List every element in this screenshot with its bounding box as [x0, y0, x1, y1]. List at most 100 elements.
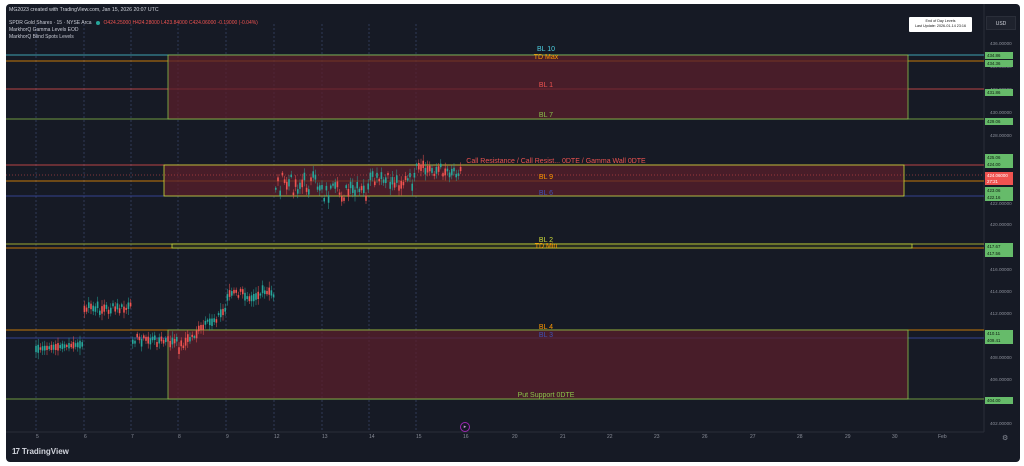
- candle-body: [314, 174, 317, 180]
- label-call-resistance: Call Resistance / Call Resist... 0DTE / …: [466, 158, 646, 165]
- candle-body: [327, 195, 330, 203]
- candle-body: [270, 290, 273, 296]
- label-bl7: BL 7: [538, 112, 554, 119]
- indicator-blind-spots[interactable]: MarkhorQ Blind Spots Levels: [9, 34, 74, 40]
- candle-body: [250, 295, 253, 302]
- price-badge: 424.00: [985, 161, 1013, 168]
- price-badge: 434.36: [985, 60, 1013, 67]
- candle-body: [154, 335, 156, 341]
- zone-put-support: [167, 329, 909, 400]
- candle-body: [264, 290, 266, 295]
- indicator-gamma-levels[interactable]: MarkhorQ Gamma Levels EOD: [9, 27, 78, 33]
- label-td-min: TD Min: [534, 243, 558, 250]
- time-axis-label: 29: [845, 434, 851, 440]
- time-axis-label: 9: [226, 434, 229, 440]
- time-axis-label: 20: [512, 434, 518, 440]
- candle-body: [81, 342, 83, 347]
- candle-body: [380, 172, 383, 180]
- currency-button[interactable]: USD: [986, 16, 1016, 30]
- label-put-support: Put Support 0DTE: [517, 392, 575, 399]
- candle-body: [277, 177, 279, 182]
- candle-body: [288, 179, 290, 187]
- candle-body: [360, 186, 363, 191]
- candle-body: [308, 189, 310, 195]
- candle-body: [136, 333, 138, 338]
- candle-body: [321, 184, 323, 190]
- candle-body: [343, 197, 345, 201]
- candle-body: [92, 305, 94, 312]
- zone-call-resistance: [163, 164, 905, 197]
- candle-body: [237, 295, 240, 298]
- candle-body: [424, 167, 427, 175]
- candle-body: [176, 336, 178, 342]
- candle-body: [301, 179, 303, 188]
- candle-body: [88, 302, 90, 309]
- candle-body: [105, 304, 108, 309]
- symbol-title[interactable]: SPDR Gold Shares · 15 · NYSE Arca: [9, 20, 92, 26]
- candle-body: [352, 185, 354, 193]
- candle-body: [341, 196, 343, 202]
- candle-body: [374, 181, 376, 186]
- candle-body: [162, 339, 165, 344]
- candle-body: [147, 336, 149, 344]
- candle-body: [453, 167, 455, 172]
- candle-body: [85, 307, 88, 312]
- time-axis-label: 6: [84, 434, 87, 440]
- chart-canvas[interactable]: [6, 4, 1020, 462]
- candle-body: [312, 171, 314, 178]
- time-axis-label: 8: [178, 434, 181, 440]
- gear-icon[interactable]: ⚙: [1002, 434, 1008, 442]
- candle-body: [112, 303, 114, 307]
- label-bl4: BL 4: [538, 324, 554, 331]
- candle-body: [200, 324, 202, 330]
- candle-body: [189, 337, 191, 342]
- candle-body: [391, 177, 394, 185]
- candle-body: [290, 174, 292, 178]
- price-badge: 417.67: [985, 243, 1013, 250]
- candle-body: [330, 185, 332, 189]
- candle-body: [149, 338, 152, 345]
- time-axis-label: 16: [463, 434, 469, 440]
- candle-body: [39, 347, 42, 350]
- time-axis-label: 30: [892, 434, 898, 440]
- candle-body: [268, 287, 270, 295]
- candle-body: [303, 172, 306, 181]
- candle-body: [385, 177, 387, 184]
- candle-body: [283, 179, 286, 184]
- price-badge: 422.16: [985, 194, 1013, 201]
- label-bl1: BL 1: [538, 82, 554, 89]
- price-badge: 434.86: [985, 52, 1013, 59]
- tradingview-logo[interactable]: 17 TradingView: [12, 447, 69, 456]
- price-badge: 404.00: [985, 397, 1013, 404]
- candle-body: [358, 188, 361, 193]
- candle-body: [323, 197, 325, 202]
- candle-body: [233, 289, 235, 294]
- candle-body: [402, 181, 405, 186]
- candle-body: [63, 344, 66, 348]
- candle-body: [79, 340, 81, 349]
- candle-body: [103, 304, 105, 312]
- candle-body: [266, 290, 268, 295]
- candle-body: [94, 306, 97, 312]
- candle-body: [418, 162, 420, 170]
- candle-body: [281, 172, 284, 176]
- price-badge: 410.11: [985, 330, 1013, 337]
- candle-body: [222, 308, 224, 316]
- candle-body: [319, 185, 321, 191]
- candle-body: [68, 343, 70, 349]
- candle-body: [332, 183, 334, 186]
- label-td-max: TD Max: [533, 54, 559, 61]
- candle-body: [248, 296, 251, 302]
- replay-icon[interactable]: ▸: [460, 422, 470, 432]
- candle-body: [145, 336, 147, 341]
- candle-body: [345, 185, 347, 189]
- brand-name: TradingView: [21, 447, 69, 456]
- candle-body: [215, 319, 218, 323]
- candle-body: [213, 318, 215, 323]
- candle-body: [138, 336, 141, 341]
- candle-body: [275, 187, 277, 190]
- candle-body: [246, 296, 248, 300]
- candle-body: [426, 166, 429, 173]
- candle-body: [224, 307, 226, 312]
- candle-body: [435, 166, 438, 174]
